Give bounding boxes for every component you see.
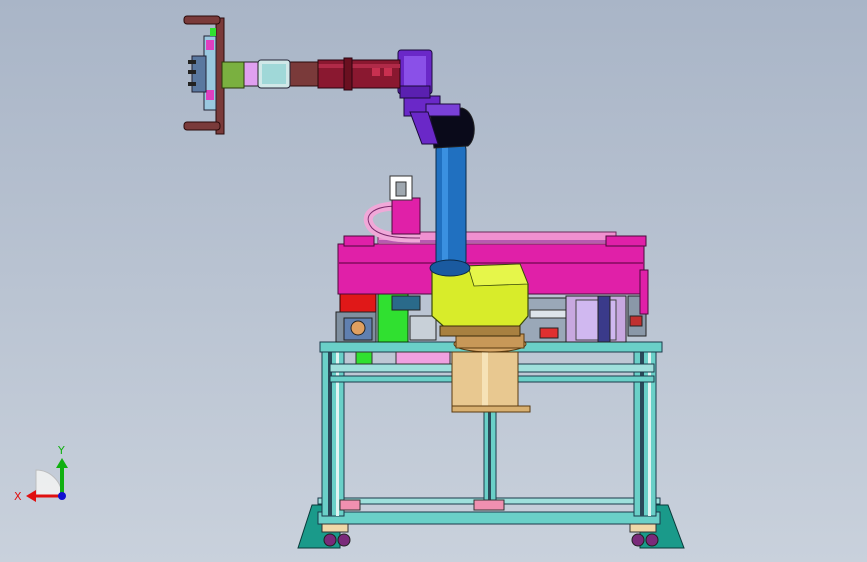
robot-pedestal xyxy=(451,333,531,413)
x-axis-label: X xyxy=(14,490,22,503)
gripper-tool xyxy=(183,15,245,135)
cad-viewport[interactable]: X Y xyxy=(0,0,867,562)
robot-lower-arm xyxy=(435,139,467,271)
bottom-beam xyxy=(317,511,661,525)
y-axis-label: Y xyxy=(57,444,65,457)
coordinate-triad: X Y xyxy=(14,444,68,503)
z-axis-marker xyxy=(58,492,66,500)
assembly-drawing: X Y xyxy=(14,15,685,549)
